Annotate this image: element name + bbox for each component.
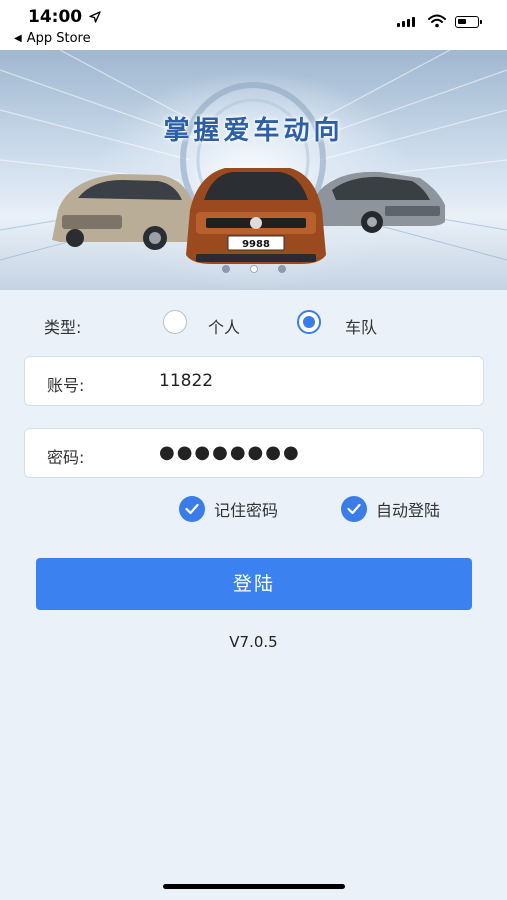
back-to-app-store[interactable]: ◀ App Store (14, 31, 91, 46)
remember-password-checkbox[interactable]: 记住密码 (179, 495, 278, 523)
type-selector: 类型: 个人 车队 (0, 305, 507, 341)
radio-fleet[interactable] (297, 310, 321, 334)
carousel-dot[interactable] (221, 265, 230, 273)
location-arrow-icon (89, 11, 101, 23)
wifi-icon (428, 14, 446, 28)
carousel-dots (0, 265, 507, 273)
carousel-dot-active[interactable] (249, 265, 258, 273)
status-time: 14:00 (28, 7, 83, 27)
banner-title: 掌握爱车动向 (163, 116, 344, 146)
auto-login-label: 自动登陆 (376, 501, 441, 520)
remember-password-label: 记住密码 (214, 501, 279, 520)
account-input[interactable]: 11822 (159, 371, 213, 391)
car-left (52, 174, 205, 250)
password-label: 密码: (47, 448, 85, 467)
radio-fleet-label[interactable]: 车队 (345, 314, 377, 338)
type-label: 类型: (44, 318, 82, 337)
radio-personal-label[interactable]: 个人 (208, 314, 240, 338)
back-app-label: App Store (26, 31, 91, 46)
back-triangle-icon: ◀ (14, 33, 22, 44)
carousel-dot[interactable] (277, 265, 286, 273)
car-center: 9988 (186, 168, 326, 264)
app-version: V7.0.5 (229, 633, 278, 651)
account-label: 账号: (47, 376, 85, 395)
promo-banner[interactable]: 9988 掌握爱车动向 (0, 50, 507, 290)
banner-illustration: 9988 (0, 50, 507, 264)
check-icon (341, 496, 367, 522)
status-bar: 14:00 ◀ App Store (0, 0, 507, 50)
password-field[interactable]: 密码: ●●●●●●●● (24, 428, 484, 478)
license-plate: 9988 (242, 239, 270, 250)
battery-icon (455, 16, 482, 28)
account-field[interactable]: 账号: 11822 (24, 356, 484, 406)
signal-icon (397, 17, 415, 27)
login-button[interactable]: 登陆 (36, 558, 472, 610)
password-input[interactable]: ●●●●●●●● (159, 442, 301, 463)
radio-personal[interactable] (163, 310, 187, 334)
home-indicator[interactable] (163, 884, 345, 889)
check-icon (179, 496, 205, 522)
auto-login-checkbox[interactable]: 自动登陆 (341, 495, 440, 523)
